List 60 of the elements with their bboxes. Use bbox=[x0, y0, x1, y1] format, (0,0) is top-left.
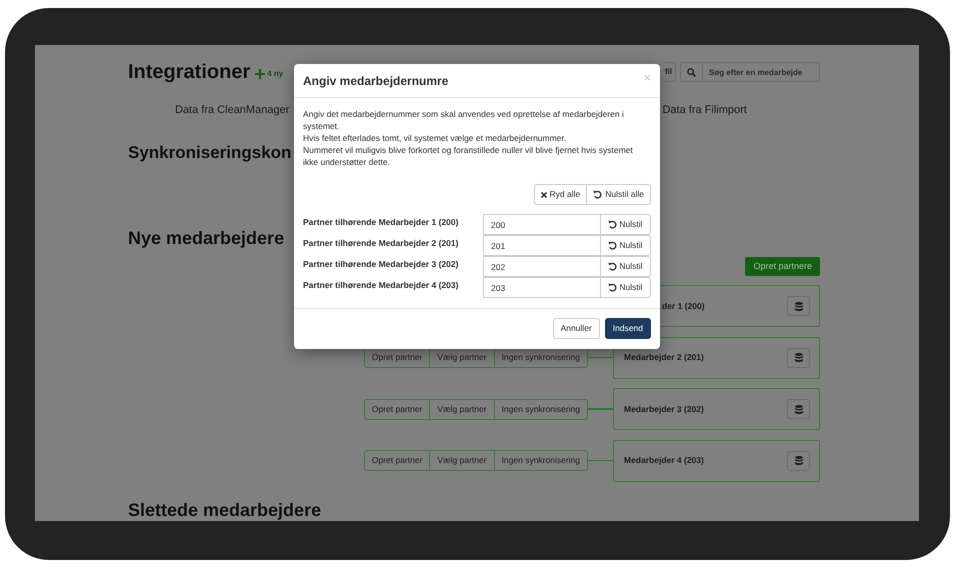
instruction-text: Nummeret vil muligvis blive forkortet og foranstillede nuller vil blive fjernet hvis systemet ikke understøtter dette. bbox=[303, 144, 634, 168]
reset-button[interactable]: Nulstil bbox=[601, 214, 651, 235]
plus-icon bbox=[255, 69, 266, 79]
data-source-tab[interactable]: Data fra CleanManager bbox=[175, 102, 290, 118]
search-button[interactable] bbox=[680, 62, 703, 82]
action-button[interactable]: Vælg partner bbox=[430, 450, 495, 471]
field-label: Partner tilhørende Medarbejder 4 (203) bbox=[303, 279, 460, 292]
field-label: Partner tilhørende Medarbejder 2 (201) bbox=[303, 237, 460, 250]
database-icon bbox=[794, 302, 802, 310]
page-title: Integrationer bbox=[128, 60, 250, 85]
database-button[interactable] bbox=[787, 450, 810, 470]
number-field[interactable]: 202 bbox=[483, 256, 601, 277]
search-icon bbox=[687, 68, 696, 76]
reset-all-button[interactable]: Nulstil alle bbox=[587, 184, 651, 205]
reset-button[interactable]: Nulstil bbox=[601, 256, 651, 277]
action-button[interactable]: Ingen synkronisering bbox=[494, 450, 588, 471]
new-count: 4 ny bbox=[267, 68, 284, 80]
database-button[interactable] bbox=[787, 399, 810, 419]
employee-name: der 1 (200) bbox=[662, 300, 705, 312]
connector-line bbox=[588, 408, 613, 410]
section-heading: Nye medarbejdere bbox=[128, 227, 284, 250]
field-label: Partner tilhørende Medarbejder 1 (200) bbox=[303, 216, 460, 229]
employee-name: Medarbejder 3 (202) bbox=[624, 402, 704, 416]
action-button[interactable]: Ingen synkronisering bbox=[494, 398, 588, 420]
section-heading: Slettede medarbejdere bbox=[128, 500, 322, 520]
database-button[interactable] bbox=[787, 348, 810, 368]
cancel-button[interactable]: Annuller bbox=[552, 318, 600, 339]
database-icon bbox=[794, 353, 802, 362]
action-button[interactable]: Vælg partner bbox=[430, 398, 495, 420]
search-field[interactable]: Søg efter en medarbejde bbox=[703, 62, 820, 82]
close-icon bbox=[540, 192, 547, 198]
database-button[interactable] bbox=[787, 296, 810, 316]
number-field[interactable]: 203 bbox=[483, 277, 601, 298]
data-source-tab[interactable]: Data fra Filimport bbox=[662, 102, 747, 118]
number-field[interactable]: 200 bbox=[483, 214, 601, 235]
database-icon bbox=[794, 404, 802, 414]
create-partners-button[interactable]: Opret partnere bbox=[745, 257, 820, 276]
instruction-text: Angiv det medarbejdernummer som skal anvendes ved oprettelse af medarbejderen i systemet. bbox=[303, 108, 625, 132]
reset-button[interactable]: Nulstil bbox=[601, 277, 651, 298]
undo-icon bbox=[593, 190, 602, 199]
clear-all-button[interactable]: Ryd alle bbox=[534, 184, 588, 205]
instruction-text: Hvis feltet efterlades tomt, vil systemet vælge et medarbejdernummer. bbox=[303, 132, 568, 144]
submit-button[interactable]: Indsend bbox=[604, 318, 651, 339]
action-button[interactable]: Opret partner bbox=[364, 398, 430, 420]
modal-title: Angiv medarbejdernumre bbox=[303, 72, 448, 90]
number-field[interactable]: 201 bbox=[483, 235, 601, 256]
undo-icon bbox=[608, 241, 618, 250]
employee-name: Medarbejder 4 (203) bbox=[624, 454, 704, 467]
action-button[interactable]: Opret partner bbox=[364, 450, 430, 471]
undo-icon bbox=[608, 283, 618, 292]
undo-icon bbox=[608, 262, 618, 271]
field-label: Partner tilhørende Medarbejder 3 (202) bbox=[303, 258, 460, 271]
file-button[interactable]: fil bbox=[662, 62, 676, 82]
connector-line bbox=[588, 460, 613, 462]
employee-name: Medarbejder 2 (201) bbox=[624, 351, 704, 364]
undo-icon bbox=[608, 220, 618, 229]
reset-button[interactable]: Nulstil bbox=[601, 235, 651, 256]
database-icon bbox=[794, 456, 802, 465]
connector-line bbox=[588, 356, 613, 358]
section-heading: Synkroniseringskon bbox=[128, 142, 292, 164]
